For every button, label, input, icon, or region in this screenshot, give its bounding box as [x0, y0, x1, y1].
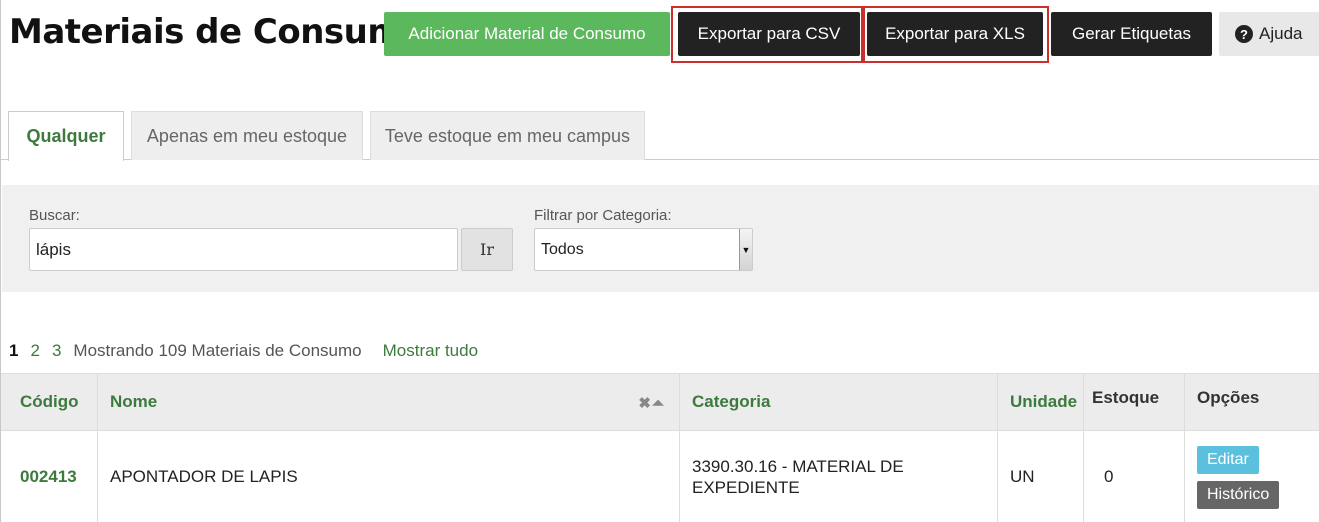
row-category: 3390.30.16 - MATERIAL DE EXPEDIENTE [680, 431, 998, 522]
history-button[interactable]: Histórico [1197, 480, 1280, 509]
export-xls-button[interactable]: Exportar para XLS [867, 12, 1043, 56]
page-1: 1 [9, 341, 19, 360]
question-circle-icon: ? [1235, 25, 1253, 43]
search-input[interactable]: lápis [29, 228, 458, 271]
row-unit: UN [998, 431, 1084, 522]
help-label: Ajuda [1259, 24, 1303, 43]
table-header: Código Nome ✖⏶ Categoria Unidade Estoque… [1, 373, 1319, 431]
col-header-category[interactable]: Categoria [680, 374, 998, 430]
sort-clear-icon[interactable]: ✖⏶ [638, 394, 665, 412]
col-header-name[interactable]: Nome ✖⏶ [98, 374, 680, 430]
col-header-name-label: Nome [110, 392, 158, 411]
page: Materiais de Consumo Adicionar Material … [0, 0, 1319, 522]
table-row: 002413 APONTADOR DE LAPIS 3390.30.16 - M… [1, 431, 1319, 522]
export-csv-button[interactable]: Exportar para CSV [678, 12, 860, 56]
page-title: Materiais de Consumo [9, 12, 426, 52]
search-label: Buscar: [29, 207, 80, 224]
col-header-stock: Estoque [1084, 374, 1185, 430]
row-options: Editar Histórico [1185, 431, 1319, 522]
tab-any[interactable]: Qualquer [8, 111, 124, 161]
search-go-button[interactable]: Ir [461, 228, 513, 271]
row-code-link[interactable]: 002413 [8, 431, 98, 522]
page-2-link[interactable]: 2 [30, 341, 39, 361]
category-filter-label: Filtrar por Categoria: [534, 207, 672, 224]
show-all-link[interactable]: Mostrar tudo [383, 341, 478, 361]
tab-my-stock[interactable]: Apenas em meu estoque [131, 111, 363, 160]
row-name: APONTADOR DE LAPIS [98, 431, 680, 522]
category-select-value: Todos [541, 240, 584, 258]
edit-button[interactable]: Editar [1197, 445, 1259, 474]
page-3-link[interactable]: 3 [52, 341, 61, 361]
results-count: Mostrando 109 Materiais de Consumo [73, 341, 362, 360]
col-header-options: Opções [1197, 388, 1260, 407]
col-header-unit[interactable]: Unidade [998, 374, 1084, 430]
row-stock: 0 [1084, 431, 1185, 522]
tab-campus-stock[interactable]: Teve estoque em meu campus [370, 111, 645, 160]
generate-labels-button[interactable]: Gerar Etiquetas [1051, 12, 1212, 56]
category-select[interactable]: Todos ▼ [534, 228, 753, 271]
add-material-button[interactable]: Adicionar Material de Consumo [384, 12, 670, 56]
col-header-code[interactable]: Código [8, 374, 98, 430]
select-arrow-icon: ▼ [739, 229, 752, 270]
pagination: 1 2 3 Mostrando 109 Materiais de Consumo… [9, 341, 478, 361]
help-button[interactable]: ? Ajuda [1219, 12, 1319, 56]
